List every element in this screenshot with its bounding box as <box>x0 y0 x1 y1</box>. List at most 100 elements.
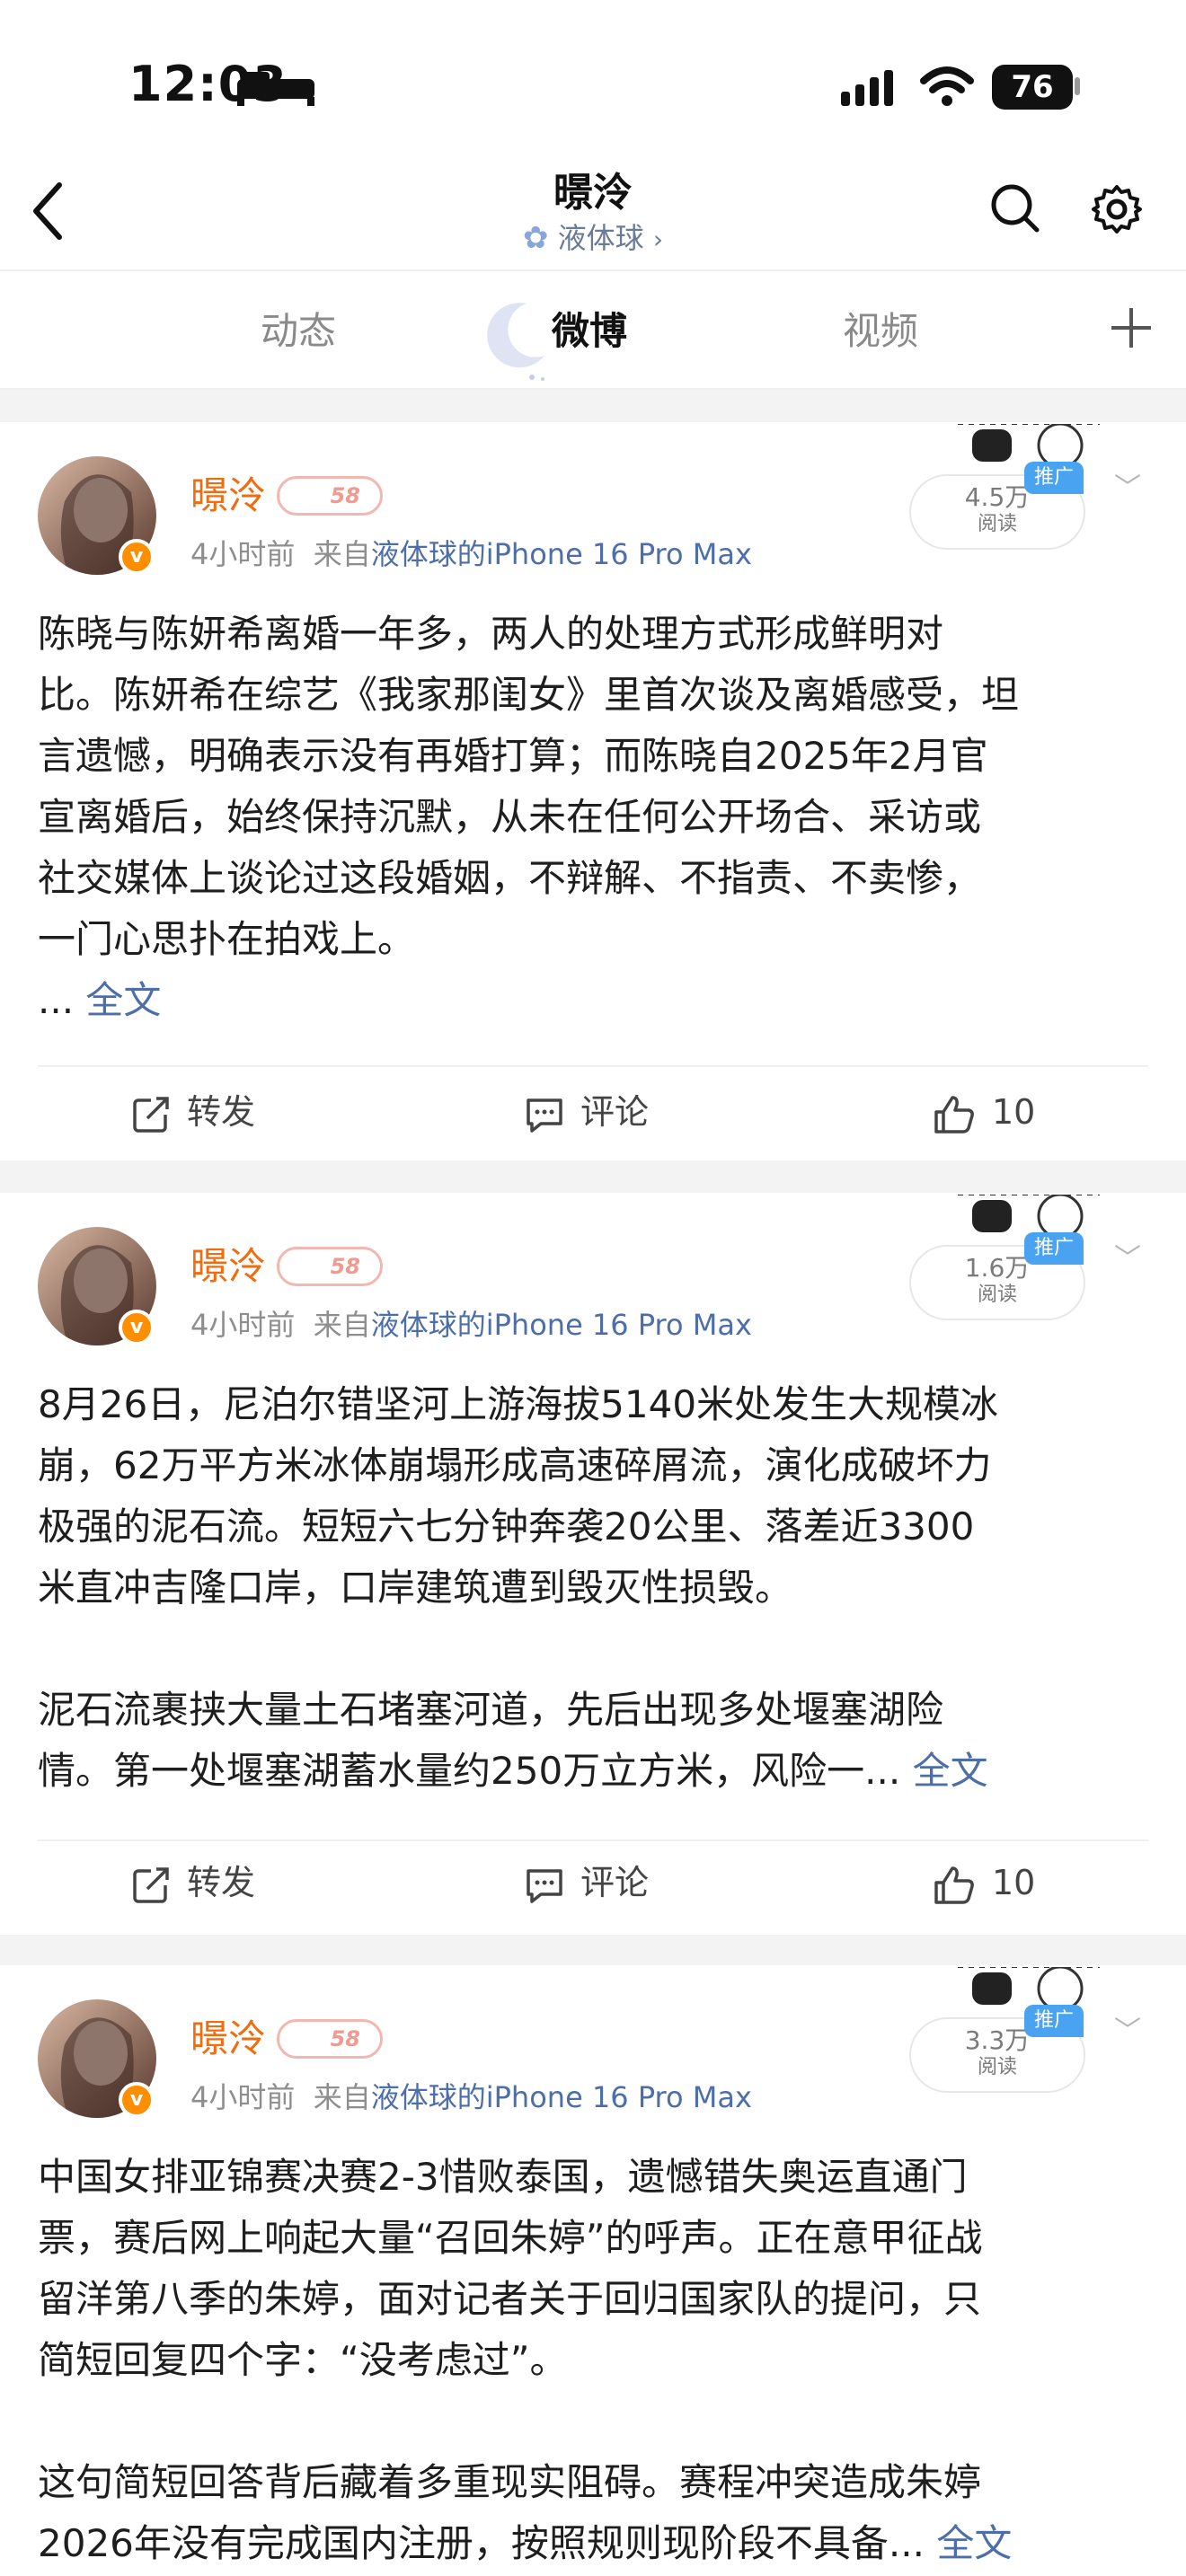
level-badge: 58 <box>277 476 383 516</box>
full-text-link[interactable]: 全文 <box>936 2521 1012 2565</box>
feed-gap <box>0 1935 1186 1965</box>
verified-badge-icon: v <box>119 2082 155 2118</box>
post-text-line: 一门心思扑在拍戏上。 <box>38 917 416 961</box>
cellular-signal-icon <box>841 70 893 106</box>
wifi-icon <box>920 66 974 106</box>
repost-button[interactable]: 转发 <box>131 1076 255 1148</box>
read-label: 阅读 <box>977 1284 1017 1306</box>
post-meta: 4小时前 来自液体球的iPhone 16 Pro Max <box>190 1302 752 1344</box>
chevron-down-icon[interactable]: ﹀ <box>1114 2008 1141 2048</box>
post-text-line: 社交媒体上谈论过这段婚姻，不辩解、不指责、不卖惨， <box>38 856 982 900</box>
post-time: 4小时前 <box>190 1308 296 1342</box>
promoted-tag: 推广 <box>1024 462 1084 494</box>
repost-icon <box>133 1866 169 1903</box>
comment-icon <box>527 1868 562 1903</box>
battery-icon: 76 <box>992 65 1073 110</box>
username[interactable]: 暻泠 <box>190 465 266 520</box>
comment-button[interactable]: 评论 <box>525 1076 649 1148</box>
post-actions: 转发 评论 10 <box>0 1847 1186 1919</box>
read-label: 阅读 <box>977 2056 1017 2078</box>
post-from-label: 来自 <box>313 537 371 571</box>
post-text-line: 米直冲吉隆口岸，口岸建筑遭到毁灭性损毁。 <box>38 1566 793 1610</box>
search-icon[interactable] <box>990 183 1040 234</box>
post-text-line: 中国女排亚锦赛决赛2-3惜败泰国，遗憾错失奥运直通门 <box>38 2155 968 2199</box>
post-text-line: 宣离婚后，始终保持沉默，从未在任何公开场合、采访或 <box>38 795 982 839</box>
full-text-link[interactable]: 全文 <box>85 978 161 1022</box>
battery-level: 76 <box>1011 69 1054 105</box>
post-text-line: 这句简短回答背后藏着多重现实阻碍。赛程冲突造成朱婷 <box>38 2460 982 2504</box>
post-text-line: 8月26日，尼泊尔错坚河上游海拔5140米处发生大规模冰 <box>38 1382 999 1426</box>
post-card[interactable]: v 暻泠 58 4小时前 来自液体球的iPhone 16 Pro Max 1.6… <box>0 1193 1186 1935</box>
verified-badge-icon: v <box>119 539 155 575</box>
post-body[interactable]: 中国女排亚锦赛决赛2-3惜败泰国，遗憾错失奥运直通门 票，赛后网上响起大量“召回… <box>38 2147 1152 2574</box>
post-meta: 4小时前 来自液体球的iPhone 16 Pro Max <box>190 532 752 573</box>
device-tag-label: 液体球 <box>557 221 644 255</box>
level-badge: 58 <box>277 2019 383 2059</box>
comment-label: 评论 <box>580 1863 650 1902</box>
post-text-line: 泥石流裹挟大量土石堵塞河道，先后出现多处堰塞湖险 <box>38 1688 944 1732</box>
repost-label: 转发 <box>187 1092 256 1132</box>
post-actions: 转发 评论 10 <box>0 1076 1186 1148</box>
thumbs-up-icon <box>934 1866 974 1904</box>
verified-badge-icon: v <box>119 1310 155 1345</box>
post-text-line: 极强的泥石流。短短六七分钟奔袭20公里、落差近3300 <box>38 1504 975 1548</box>
full-text-link[interactable]: 全文 <box>913 1749 988 1793</box>
like-button[interactable]: 10 <box>933 1076 1035 1148</box>
chevron-down-icon[interactable]: ﹀ <box>1114 1236 1141 1275</box>
tab-dynamic[interactable]: 动态 <box>261 301 336 356</box>
tab-video[interactable]: 视频 <box>843 301 918 356</box>
comment-label: 评论 <box>580 1092 650 1132</box>
chevron-right-icon: › <box>652 225 664 254</box>
post-from-label: 来自 <box>313 2080 371 2114</box>
username[interactable]: 暻泠 <box>190 1236 266 1291</box>
post-body[interactable]: 8月26日，尼泊尔错坚河上游海拔5140米处发生大规模冰 崩，62万平方米冰体崩… <box>38 1374 1152 1802</box>
comment-icon <box>527 1098 562 1133</box>
feed-gap <box>0 390 1186 422</box>
like-count: 10 <box>992 1092 1036 1132</box>
like-count: 10 <box>992 1863 1036 1902</box>
sleep-mode-icon <box>237 72 314 106</box>
ellipsis: ... <box>38 978 75 1022</box>
clover-icon: ✿ <box>522 220 549 256</box>
post-time: 4小时前 <box>190 537 296 571</box>
gear-icon[interactable] <box>1091 183 1143 235</box>
post-text-line <box>38 2391 1152 2452</box>
promoted-tag: 推广 <box>1024 2005 1084 2037</box>
chevron-down-icon[interactable]: ﹀ <box>1114 465 1141 505</box>
username[interactable]: 暻泠 <box>190 2008 266 2063</box>
post-text-line: 票，赛后网上响起大量“召回朱婷”的呼声。正在意甲征战 <box>38 2216 983 2260</box>
post-text-line: 情。第一处堰塞湖蓄水量约250万立方米，风险一... <box>38 1749 901 1793</box>
post-text-line: 简短回复四个字：“没考虑过”。 <box>38 2338 568 2382</box>
action-divider <box>38 1065 1148 1067</box>
post-meta: 4小时前 来自液体球的iPhone 16 Pro Max <box>190 2075 752 2116</box>
post-text-line: 2026年没有完成国内注册，按照规则现阶段不具备... <box>38 2521 925 2565</box>
post-card[interactable]: v 暻泠 58 4小时前 来自液体球的iPhone 16 Pro Max 4.5… <box>0 422 1186 1160</box>
repost-label: 转发 <box>187 1863 256 1902</box>
post-from-label: 来自 <box>313 1308 371 1342</box>
level-badge: 58 <box>277 1247 383 1286</box>
post-text-line: 留洋第八季的朱婷，面对记者关于回归国家队的提问，只 <box>38 2277 982 2321</box>
post-source[interactable]: 液体球的iPhone 16 Pro Max <box>371 537 752 571</box>
post-source[interactable]: 液体球的iPhone 16 Pro Max <box>371 1308 752 1342</box>
repost-button[interactable]: 转发 <box>131 1847 255 1919</box>
like-button[interactable]: 10 <box>933 1847 1035 1919</box>
header-divider <box>0 269 1186 271</box>
comment-button[interactable]: 评论 <box>525 1847 649 1919</box>
tab-weibo[interactable]: 微博 <box>552 301 627 356</box>
post-body[interactable]: 陈晓与陈妍希离婚一年多，两人的处理方式形成鲜明对 比。陈妍希在综艺《我家那闺女》… <box>38 604 1152 1031</box>
promoted-tag: 推广 <box>1024 1232 1084 1265</box>
post-source[interactable]: 液体球的iPhone 16 Pro Max <box>371 2080 752 2114</box>
level-value: 58 <box>330 1254 360 1279</box>
thumbs-up-icon <box>934 1095 974 1134</box>
post-text-line <box>38 1619 1152 1680</box>
level-value: 58 <box>330 2026 360 2051</box>
post-text-line: 崩，62万平方米冰体崩塌形成高速碎屑流，演化成破坏力 <box>38 1443 992 1487</box>
post-card[interactable]: v 暻泠 58 4小时前 来自液体球的iPhone 16 Pro Max 3.3… <box>0 1965 1186 2576</box>
repost-icon <box>133 1096 169 1133</box>
add-icon[interactable] <box>1109 305 1154 350</box>
post-time: 4小时前 <box>190 2080 296 2114</box>
action-divider <box>38 1839 1148 1841</box>
battery-cap <box>1075 77 1080 95</box>
level-value: 58 <box>330 483 360 508</box>
status-bar: 12:03 76 <box>0 0 1186 153</box>
